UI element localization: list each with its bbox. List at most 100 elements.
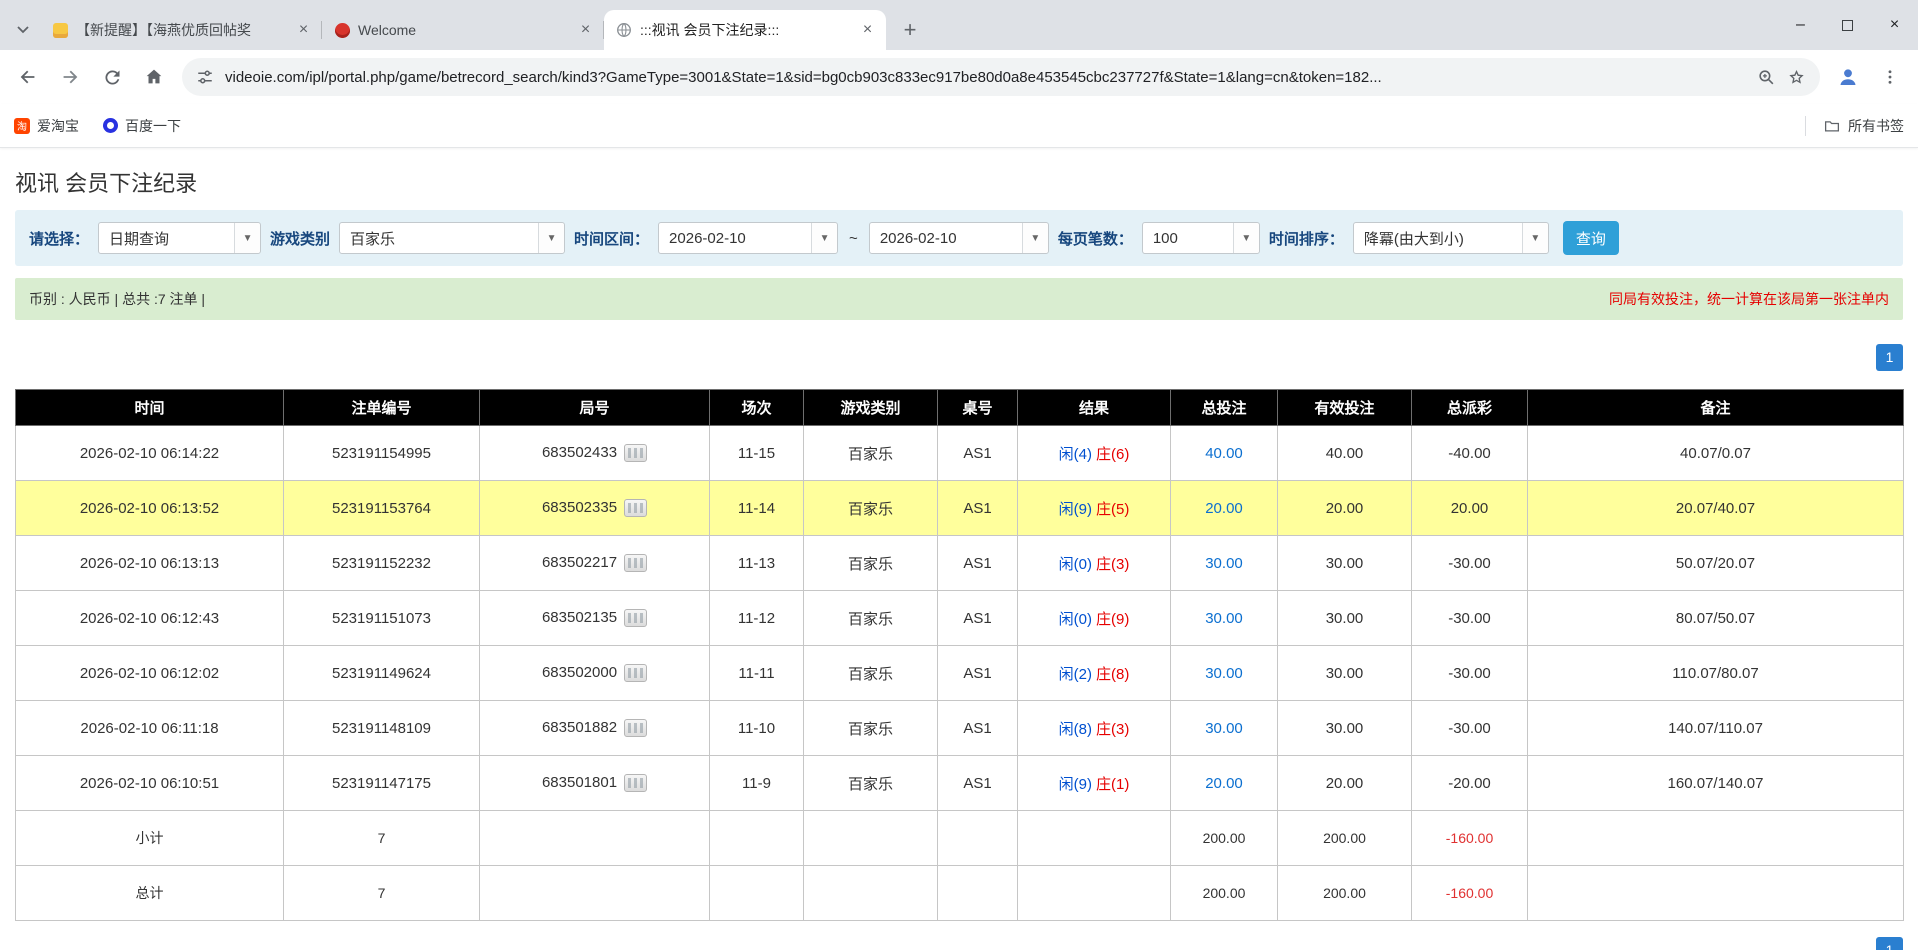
back-button[interactable] bbox=[8, 57, 48, 97]
tab-close-icon[interactable]: × bbox=[576, 21, 595, 40]
result-player: 闲(8) bbox=[1059, 721, 1092, 738]
pagination-page-button[interactable]: 1 bbox=[1876, 937, 1903, 950]
round-detail-icon[interactable] bbox=[624, 444, 647, 462]
cell-session: 11-13 bbox=[710, 536, 804, 591]
table-row: 2026-02-10 06:10:51 523191147175 6835018… bbox=[16, 756, 1904, 811]
bookmark-baidu[interactable]: 百度一下 bbox=[103, 116, 181, 136]
pagination-bottom: 1 bbox=[15, 937, 1903, 950]
window-close-button[interactable]: × bbox=[1871, 0, 1918, 50]
chevron-down-icon[interactable]: ▼ bbox=[811, 223, 837, 253]
range-separator: ~ bbox=[847, 230, 860, 247]
subtotal-payout: -160.00 bbox=[1412, 811, 1528, 866]
tab-search-chevron[interactable] bbox=[6, 10, 40, 50]
cell-result: 闲(9)庄(1) bbox=[1018, 756, 1171, 811]
cell-table-no: AS1 bbox=[938, 701, 1018, 756]
cell-bet-id: 523191151073 bbox=[284, 591, 480, 646]
chevron-down-icon[interactable]: ▼ bbox=[538, 223, 564, 253]
tab-forum[interactable]: 【新提醒】【海燕优质回帖奖 × bbox=[40, 10, 322, 50]
bookmark-taobao[interactable]: 淘 爱淘宝 bbox=[14, 116, 79, 136]
new-tab-button[interactable]: + bbox=[895, 15, 925, 45]
cell-table-no: AS1 bbox=[938, 756, 1018, 811]
cell-table-no: AS1 bbox=[938, 426, 1018, 481]
tab-close-icon[interactable]: × bbox=[858, 21, 877, 40]
chevron-down-icon[interactable]: ▼ bbox=[1022, 223, 1048, 253]
header-session: 场次 bbox=[710, 390, 804, 426]
date-from-input[interactable]: 2026-02-10 ▼ bbox=[658, 222, 838, 254]
round-detail-icon[interactable] bbox=[624, 554, 647, 572]
round-number: 683502335 bbox=[542, 499, 617, 516]
cell-total-bet: 20.00 bbox=[1171, 481, 1278, 536]
cell-valid-bet: 30.00 bbox=[1278, 701, 1412, 756]
cell-payout: -30.00 bbox=[1412, 591, 1528, 646]
refresh-button[interactable] bbox=[92, 57, 132, 97]
chevron-down-icon[interactable]: ▼ bbox=[1522, 223, 1548, 253]
all-bookmarks-button[interactable]: 所有书签 bbox=[1823, 116, 1904, 136]
sort-order-select[interactable]: 降冪(由大到小) ▼ bbox=[1353, 222, 1549, 254]
sort-order-label: 时间排序： bbox=[1269, 228, 1344, 249]
round-number: 683501801 bbox=[542, 774, 617, 791]
table-header-row: 时间 注单编号 局号 场次 游戏类别 桌号 结果 总投注 有效投注 总派彩 备注 bbox=[16, 390, 1904, 426]
forward-button[interactable] bbox=[50, 57, 90, 97]
chevron-down-icon[interactable]: ▼ bbox=[1233, 223, 1259, 253]
game-type-label: 游戏类别 bbox=[270, 228, 330, 249]
query-type-select[interactable]: 日期查询 ▼ bbox=[98, 222, 261, 254]
result-banker: 庄(3) bbox=[1096, 556, 1129, 573]
cell-valid-bet: 20.00 bbox=[1278, 481, 1412, 536]
round-detail-icon[interactable] bbox=[624, 609, 647, 627]
cell-session: 11-11 bbox=[710, 646, 804, 701]
site-settings-tune-icon[interactable] bbox=[196, 68, 214, 86]
bookmark-star-icon[interactable] bbox=[1787, 68, 1806, 87]
home-button[interactable] bbox=[134, 57, 174, 97]
cell-valid-bet: 30.00 bbox=[1278, 646, 1412, 701]
result-banker: 庄(9) bbox=[1096, 611, 1129, 628]
round-number: 683502000 bbox=[542, 664, 617, 681]
home-icon bbox=[143, 66, 165, 88]
search-button[interactable]: 查询 bbox=[1563, 221, 1619, 255]
date-to-input[interactable]: 2026-02-10 ▼ bbox=[869, 222, 1049, 254]
cell-bet-id: 523191152232 bbox=[284, 536, 480, 591]
header-time: 时间 bbox=[16, 390, 284, 426]
bet-table-body: 2026-02-10 06:14:22 523191154995 6835024… bbox=[16, 426, 1904, 811]
round-detail-icon[interactable] bbox=[624, 499, 647, 517]
tab-bet-record-active[interactable]: :::视讯 会员下注纪录::: × bbox=[604, 10, 886, 50]
cell-result: 闲(8)庄(3) bbox=[1018, 701, 1171, 756]
pagination-page-button[interactable]: 1 bbox=[1876, 344, 1903, 371]
chevron-down-icon[interactable]: ▼ bbox=[234, 223, 260, 253]
cell-valid-bet: 30.00 bbox=[1278, 536, 1412, 591]
total-payout: -160.00 bbox=[1412, 866, 1528, 921]
url-bar[interactable]: videoie.com/ipl/portal.php/game/betrecor… bbox=[182, 58, 1820, 96]
tab-close-icon[interactable]: × bbox=[294, 21, 313, 40]
tab-welcome[interactable]: Welcome × bbox=[322, 10, 604, 50]
zoom-icon[interactable] bbox=[1757, 68, 1776, 87]
subtotal-valid-bet: 200.00 bbox=[1278, 811, 1412, 866]
tab-title: Welcome bbox=[358, 22, 568, 38]
browser-menu-button[interactable] bbox=[1870, 57, 1910, 97]
window-maximize-button[interactable] bbox=[1824, 0, 1871, 50]
cell-remark: 40.07/0.07 bbox=[1528, 426, 1904, 481]
cell-game-type: 百家乐 bbox=[804, 756, 938, 811]
cell-total-bet: 30.00 bbox=[1171, 536, 1278, 591]
per-page-label: 每页笔数： bbox=[1058, 228, 1133, 249]
result-player: 闲(9) bbox=[1059, 776, 1092, 793]
subtotal-count: 7 bbox=[284, 811, 480, 866]
url-text[interactable]: videoie.com/ipl/portal.php/game/betrecor… bbox=[225, 69, 1746, 86]
window-minimize-button[interactable]: – bbox=[1777, 0, 1824, 50]
round-detail-icon[interactable] bbox=[624, 774, 647, 792]
cell-time: 2026-02-10 06:13:13 bbox=[16, 536, 284, 591]
profile-avatar[interactable] bbox=[1828, 57, 1868, 97]
result-player: 闲(0) bbox=[1059, 556, 1092, 573]
time-range-label: 时间区间： bbox=[574, 228, 649, 249]
cell-game-type: 百家乐 bbox=[804, 536, 938, 591]
total-label: 总计 bbox=[16, 866, 284, 921]
round-detail-icon[interactable] bbox=[624, 664, 647, 682]
cell-result: 闲(0)庄(3) bbox=[1018, 536, 1171, 591]
cell-session: 11-14 bbox=[710, 481, 804, 536]
cell-result: 闲(2)庄(8) bbox=[1018, 646, 1171, 701]
header-total-bet: 总投注 bbox=[1171, 390, 1278, 426]
baidu-icon bbox=[103, 118, 118, 133]
game-type-select[interactable]: 百家乐 ▼ bbox=[339, 222, 565, 254]
per-page-select[interactable]: 100 ▼ bbox=[1142, 222, 1260, 254]
cell-time: 2026-02-10 06:13:52 bbox=[16, 481, 284, 536]
round-detail-icon[interactable] bbox=[624, 719, 647, 737]
cell-session: 11-10 bbox=[710, 701, 804, 756]
